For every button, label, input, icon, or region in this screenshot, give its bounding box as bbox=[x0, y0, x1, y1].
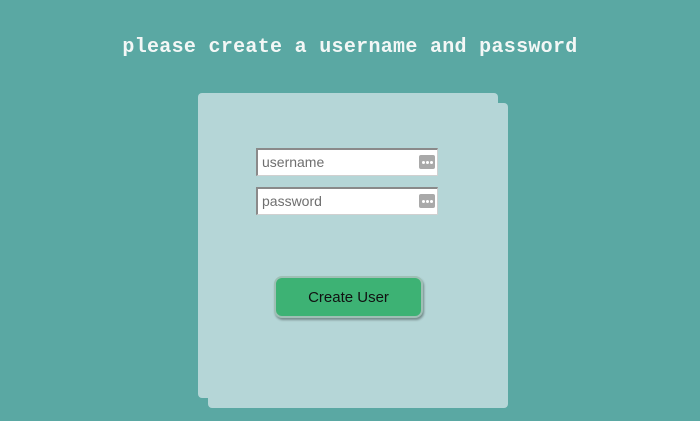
page-heading: please create a username and password bbox=[122, 36, 578, 59]
password-manager-icon[interactable] bbox=[419, 194, 435, 208]
username-input[interactable] bbox=[258, 150, 412, 174]
password-input[interactable] bbox=[258, 189, 412, 213]
password-field[interactable] bbox=[256, 187, 438, 215]
create-user-button[interactable]: Create User bbox=[274, 276, 423, 318]
username-field[interactable] bbox=[256, 148, 438, 176]
password-manager-icon[interactable] bbox=[419, 155, 435, 169]
signup-card: Create User bbox=[198, 93, 498, 398]
